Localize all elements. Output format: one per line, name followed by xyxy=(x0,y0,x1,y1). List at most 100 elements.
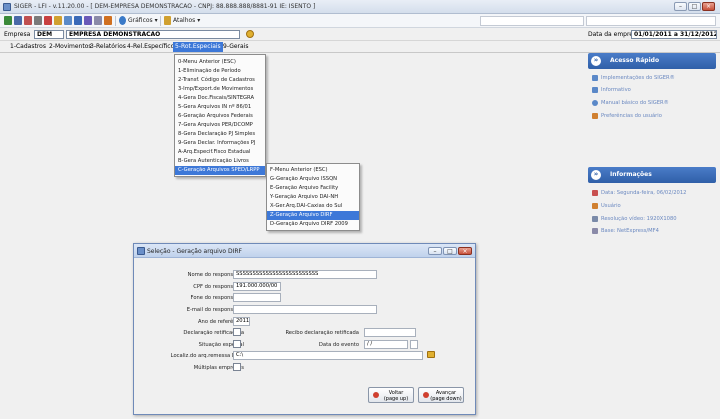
toolbar-field-1[interactable] xyxy=(480,16,584,26)
manual-icon xyxy=(592,100,598,106)
email-input[interactable] xyxy=(233,305,377,314)
maximize-button[interactable]: □ xyxy=(688,2,701,11)
menu-item[interactable]: A-Arq.Especif.Fisco Estadual xyxy=(175,148,265,157)
menu-item[interactable]: X-Ger.Arq.DAI-Caxias do Sul xyxy=(267,202,359,211)
menu-item-dirf-selected[interactable]: Z-Geração Arquivo DIRF xyxy=(267,211,359,220)
menu-item[interactable]: 8-Gera Declaração PJ Simples xyxy=(175,130,265,139)
multiplas-label: Múltiplas empresas xyxy=(193,365,244,371)
menu-item[interactable]: B-Gera Autenticação Livros xyxy=(175,157,265,166)
retificadora-checkbox[interactable] xyxy=(233,328,241,336)
folder-icon[interactable] xyxy=(54,16,62,25)
toolbar: Gráficos ▾ Atalhos ▾ xyxy=(0,14,720,28)
retificadora-label: Declaração retificadora xyxy=(183,330,244,336)
menu-movimentos[interactable]: 2-Movimentos xyxy=(47,42,94,52)
nome-input[interactable]: SSSSSSSSSSSSSSSSSSSSSSSSS xyxy=(233,270,377,279)
menu-item[interactable]: 9-Gera Declar. Informações PJ xyxy=(175,139,265,148)
recibo-label: Recibo declaração retificada xyxy=(285,330,359,336)
collapse-icon: » xyxy=(591,170,601,180)
menu-item[interactable]: 2-Transf. Código de Cadastros xyxy=(175,76,265,85)
company-name-field[interactable]: EMPRESA DEMONSTRACAO xyxy=(66,30,240,39)
avancar-button[interactable]: Avançar (page down) xyxy=(418,387,464,403)
cpf-input[interactable]: 191.000.000/00 xyxy=(233,282,281,291)
company-code-field[interactable]: DEM xyxy=(34,30,64,39)
local-label: Localiz.do arq.remessa DIRF xyxy=(170,353,244,359)
fone-input[interactable] xyxy=(233,293,281,302)
dialog-title-bar: Seleção - Geração arquivo DIRF – □ × xyxy=(134,244,475,258)
app-icon xyxy=(3,3,11,11)
menu-item[interactable]: 6-Geração Arquivos Federais xyxy=(175,112,265,121)
printer-icon[interactable] xyxy=(34,16,42,25)
menu-item[interactable]: 1-Eliminação de Período xyxy=(175,67,265,76)
company-bar: Empresa DEM EMPRESA DEMONSTRACAO Data da… xyxy=(0,28,720,41)
situacao-checkbox[interactable] xyxy=(233,340,241,348)
menu-item[interactable]: F-Menu Anterior (ESC) xyxy=(267,166,359,175)
shortcut-icon xyxy=(164,16,171,25)
empresa-label: Empresa xyxy=(4,31,31,38)
data-evento-picker[interactable] xyxy=(410,340,418,349)
save-icon[interactable] xyxy=(14,16,22,25)
forward-icon xyxy=(423,392,429,398)
menu-item[interactable]: 3-Imp/Export.de Movimentos xyxy=(175,85,265,94)
menu-item[interactable]: 5-Gera Arquivos IN nº 86/01 xyxy=(175,103,265,112)
graficos-dropdown[interactable]: Gráficos ▾ xyxy=(128,16,158,26)
settings-icon[interactable] xyxy=(104,16,112,25)
info-item: Base: NetExpress/MF4 xyxy=(601,228,659,234)
menu-rot-especiais[interactable]: 5-Rot.Especiais xyxy=(173,42,223,52)
menu-item[interactable]: D-Geração Arquivo DIRF 2009 xyxy=(267,220,359,229)
menu-item[interactable]: 0-Menu Anterior (ESC) xyxy=(175,58,265,67)
exit-icon[interactable] xyxy=(4,16,12,25)
data-evento-input[interactable]: / / xyxy=(364,340,408,349)
info-item: Data: Segunda-feira, 06/02/2012 xyxy=(601,190,687,196)
dirf-dialog: Seleção - Geração arquivo DIRF – □ × Nom… xyxy=(133,243,476,415)
search-company-icon[interactable] xyxy=(246,30,254,38)
calculator-icon[interactable] xyxy=(94,16,102,25)
minimize-button[interactable]: – xyxy=(674,2,687,11)
menu-relatorios[interactable]: 3-Relatórios xyxy=(88,42,128,52)
quick-link[interactable]: Implementações do SIGER® xyxy=(601,75,675,81)
situacao-label: Situação especial xyxy=(198,342,244,348)
nome-label: Nome do responsável xyxy=(187,272,244,278)
data-evento-label: Data do evento xyxy=(318,342,359,348)
info-title: Informações xyxy=(610,171,652,178)
dialog-maximize-button[interactable]: □ xyxy=(443,247,457,255)
close-button[interactable]: × xyxy=(702,2,715,11)
calendar-icon[interactable] xyxy=(24,16,32,25)
menu-item[interactable]: 4-Gera Doc.Fiscais/SINTEGRA xyxy=(175,94,265,103)
date-range-field[interactable]: 01/01/2011 a 31/12/2012 xyxy=(631,30,717,39)
quick-link[interactable]: Manual básico do SIGER® xyxy=(601,100,669,106)
folder-browse-icon[interactable] xyxy=(427,351,435,358)
voltar-button[interactable]: Voltar (page up) xyxy=(368,387,414,403)
dialog-minimize-button[interactable]: – xyxy=(428,247,442,255)
menu-rel-especificos[interactable]: 4-Rel.Específicos xyxy=(125,42,179,52)
dialog-title: Seleção - Geração arquivo DIRF xyxy=(147,248,242,255)
quick-access-header[interactable]: » Acesso Rápido xyxy=(588,53,716,69)
ano-input[interactable]: 2011 xyxy=(233,317,250,326)
multiplas-checkbox[interactable] xyxy=(233,363,241,371)
user-icon[interactable] xyxy=(64,16,72,25)
cpf-label: CPF do responsável xyxy=(193,284,244,290)
info-header[interactable]: » Informações xyxy=(588,167,716,183)
menu-item[interactable]: Y-Geração Arquivo DAI-NH xyxy=(267,193,359,202)
recibo-input[interactable] xyxy=(364,328,416,337)
local-input[interactable]: C:\ xyxy=(233,351,423,360)
toolbar-separator xyxy=(160,16,161,26)
globe-icon[interactable] xyxy=(74,16,82,25)
menu-item-sped-selected[interactable]: C-Geração Arquivos SPED/LRPP xyxy=(175,166,265,175)
menu-bar: 1-Cadastros 2-Movimentos 3-Relatórios 4-… xyxy=(0,41,720,53)
dialog-close-button[interactable]: × xyxy=(458,247,472,255)
fone-label: Fone do responsável xyxy=(190,295,244,301)
monitor-icon xyxy=(592,216,598,222)
mail-icon[interactable] xyxy=(44,16,52,25)
help-icon[interactable] xyxy=(84,16,92,25)
window-title: SIGER - LFI - v.11.20.00 - [ DEM-EMPRESA… xyxy=(14,3,316,10)
quick-link[interactable]: Informativo xyxy=(601,87,631,93)
menu-item[interactable]: 7-Gera Arquivos PER/DCOMP xyxy=(175,121,265,130)
quick-link[interactable]: Preferências do usuário xyxy=(601,113,662,119)
info-item: Resolução vídeo: 1920X1080 xyxy=(601,216,677,222)
menu-cadastros[interactable]: 1-Cadastros xyxy=(8,42,48,52)
menu-item[interactable]: E-Geração Arquivo Facility xyxy=(267,184,359,193)
menu-gerais[interactable]: 9-Gerais xyxy=(221,42,250,52)
toolbar-field-2[interactable] xyxy=(586,16,716,26)
menu-item[interactable]: G-Geração Arquivo ISSQN xyxy=(267,175,359,184)
atalhos-dropdown[interactable]: Atalhos ▾ xyxy=(173,16,200,26)
